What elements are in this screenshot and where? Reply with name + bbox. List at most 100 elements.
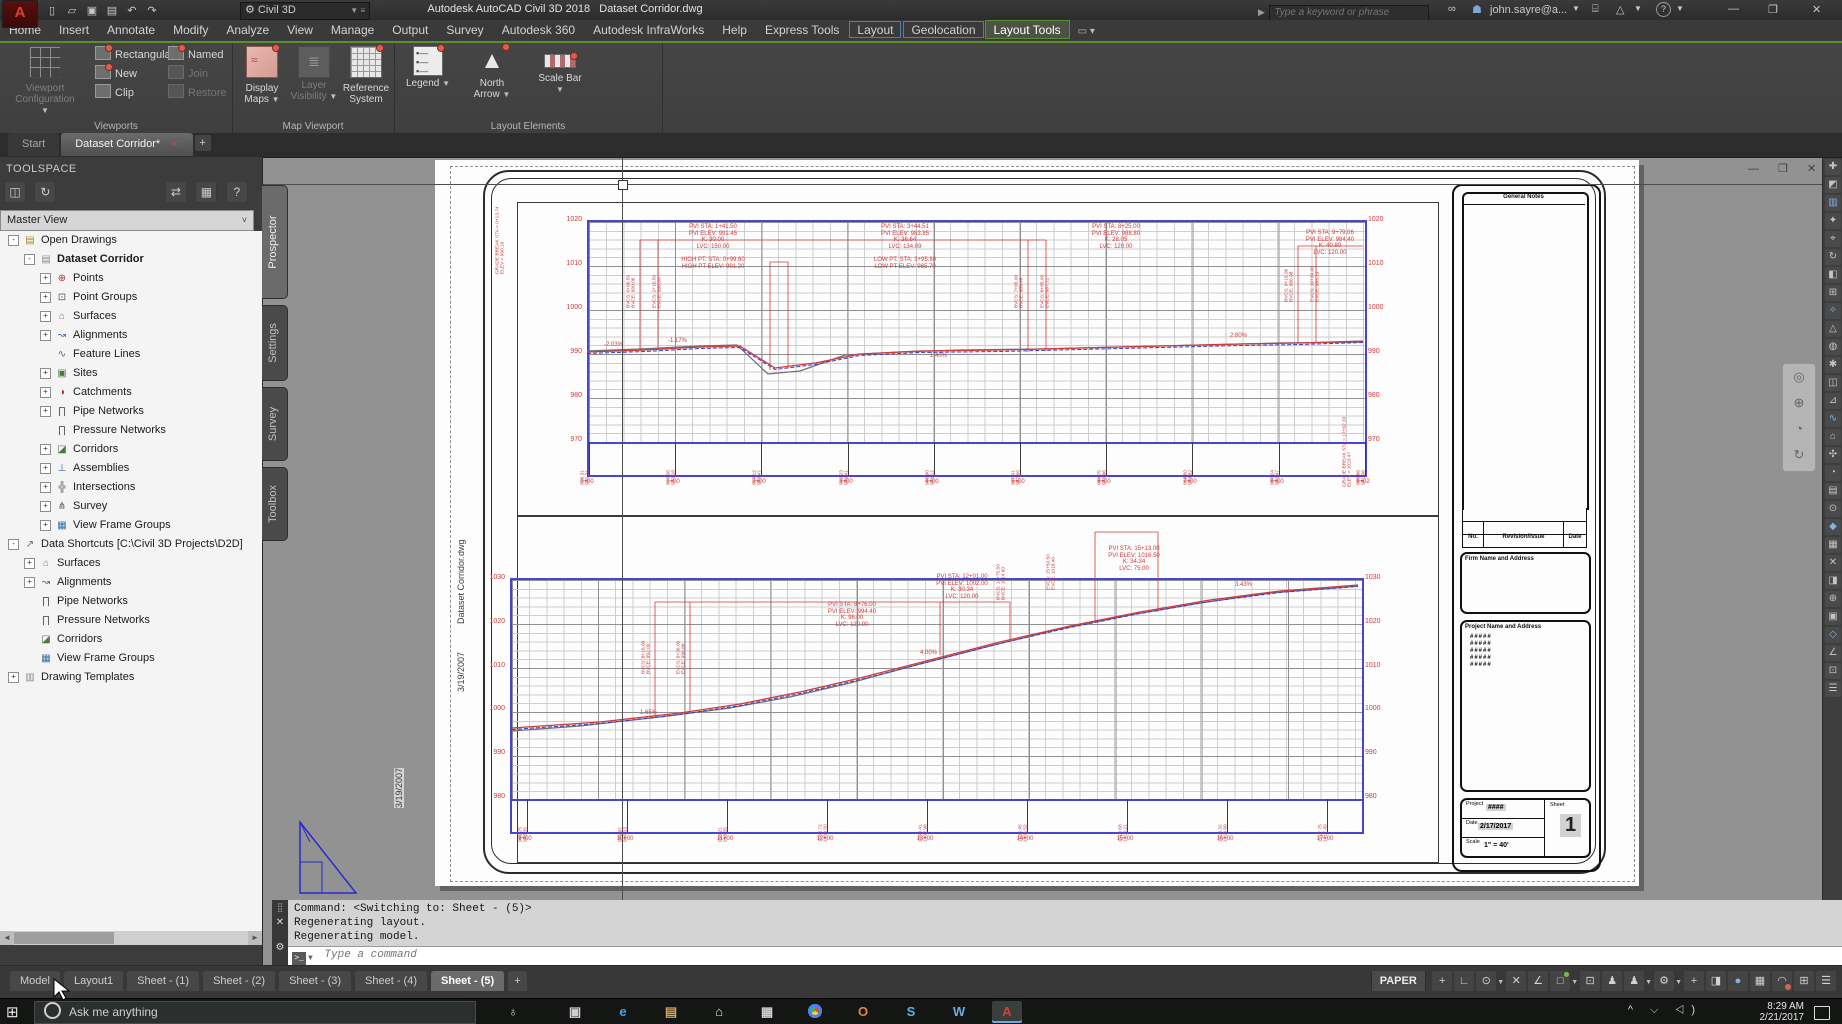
right-toolbar-icon-5[interactable]: ↻ — [1825, 249, 1841, 265]
taskbar-edge-icon[interactable]: e — [608, 1001, 638, 1023]
right-toolbar-icon-22[interactable]: ✕ — [1825, 555, 1841, 571]
tree-item-alignments[interactable]: +↝Alignments — [0, 573, 262, 592]
command-window-grip[interactable]: ⣿ ✕ ⚙ — [272, 900, 288, 965]
right-toolbar-icon-23[interactable]: ◨ — [1825, 573, 1841, 589]
tree-expander-icon[interactable]: - — [8, 235, 19, 246]
tree-expander-icon[interactable]: + — [40, 463, 51, 474]
restore-button-panel[interactable]: Restore — [168, 84, 227, 102]
annotation-visibility-icon[interactable]: ⊡ — [1580, 971, 1600, 991]
customization-icon[interactable]: ☰ — [1816, 971, 1836, 991]
right-toolbar-icon-29[interactable]: ☰ — [1825, 681, 1841, 697]
tree-item-alignments[interactable]: +↝Alignments — [0, 326, 262, 345]
layout-tab-sheet-2-[interactable]: Sheet - (2) — [203, 971, 275, 991]
ribbon-tab-output[interactable]: Output — [383, 20, 437, 39]
toolspace-help-icon[interactable]: ? — [226, 181, 248, 203]
taskbar-explorer-icon[interactable]: ▤ — [656, 1001, 686, 1023]
file-tab-close-icon[interactable]: ✕ — [170, 139, 178, 150]
tree-item-pipe-networks[interactable]: +∏Pipe Networks — [0, 402, 262, 421]
side-tab-prospector[interactable]: Prospector — [262, 185, 288, 299]
annotation-scale-icon[interactable]: ♟ — [1624, 971, 1644, 991]
right-toolbar-icon-2[interactable]: ▥ — [1825, 195, 1841, 211]
tree-item-survey[interactable]: +⋔Survey — [0, 497, 262, 516]
side-tab-settings[interactable]: Settings — [262, 305, 288, 381]
right-toolbar-icon-12[interactable]: ◫ — [1825, 375, 1841, 391]
drawing-canvas[interactable] — [262, 157, 1842, 965]
tree-item-assemblies[interactable]: +⊥Assemblies — [0, 459, 262, 478]
taskbar-search[interactable]: Ask me anything — [34, 1001, 476, 1024]
ribbon-tab-analyze[interactable]: Analyze — [217, 20, 278, 39]
layout-tab-sheet-3-[interactable]: Sheet - (3) — [279, 971, 351, 991]
ribbon-tab-annotate[interactable]: Annotate — [98, 20, 164, 39]
paper-space-toggle[interactable]: PAPER — [1371, 971, 1426, 991]
right-toolbar-icon-3[interactable]: ✦ — [1825, 213, 1841, 229]
search-icon[interactable]: ∞ — [1448, 3, 1456, 15]
minimize-button[interactable]: — — [1728, 3, 1739, 15]
refresh-icon[interactable]: ↻ — [34, 181, 56, 203]
panorama-icon[interactable]: ▦ — [195, 181, 217, 203]
ribbon-tab-survey[interactable]: Survey — [437, 20, 492, 39]
tree-expander-icon[interactable]: + — [40, 330, 51, 341]
toolspace-scrollbar[interactable]: ◄ ► — [0, 931, 262, 945]
tree-item-point-groups[interactable]: +⊡Point Groups — [0, 288, 262, 307]
tree-expander-icon[interactable]: + — [40, 501, 51, 512]
tree-expander-icon[interactable]: - — [24, 254, 35, 265]
toolspace-view-selector[interactable]: Master View˅ — [0, 210, 254, 231]
tree-expander-icon[interactable]: + — [40, 520, 51, 531]
north-arrow-button[interactable]: ▲ North Arrow ▼ — [466, 46, 518, 100]
new-drawing-tab-icon[interactable]: + — [195, 135, 211, 151]
dropdown-icon[interactable]: ▼ — [1571, 979, 1578, 986]
taskbar-store-icon[interactable]: ⌂ — [704, 1001, 734, 1023]
right-toolbar-icon-6[interactable]: ◧ — [1825, 267, 1841, 283]
tree-item-drawing-templates[interactable]: +▥Drawing Templates — [0, 668, 262, 687]
legend-button[interactable]: ▪—▪—▪— Legend ▼ — [402, 46, 454, 89]
right-toolbar-icon-27[interactable]: ∠ — [1825, 645, 1841, 661]
right-toolbar-icon-9[interactable]: △ — [1825, 321, 1841, 337]
side-tab-toolbox[interactable]: Toolbox — [262, 467, 288, 541]
panel-label-map-viewport[interactable]: Map Viewport — [232, 121, 394, 132]
right-toolbar-icon-21[interactable]: ▦ — [1825, 537, 1841, 553]
layout-tab-layout1[interactable]: Layout1 — [64, 971, 123, 991]
right-toolbar-icon-20[interactable]: ◆ — [1825, 519, 1841, 535]
tree-item-sites[interactable]: +▣Sites — [0, 364, 262, 383]
snap-mode-icon[interactable]: + — [1432, 971, 1452, 991]
hardware-acceleration-icon[interactable]: ● — [1728, 971, 1748, 991]
tree-item-open-drawings[interactable]: -▤Open Drawings — [0, 231, 262, 250]
tree-item-dataset-corridor[interactable]: -▤Dataset Corridor — [0, 250, 262, 269]
taskbar-autocad-icon[interactable]: A — [992, 1001, 1022, 1023]
viewport-configuration-button[interactable]: Viewport Configuration ▼ — [10, 46, 80, 116]
right-toolbar-icon-10[interactable]: ◍ — [1825, 339, 1841, 355]
tree-expander-icon[interactable]: - — [8, 539, 19, 550]
tree-expander-icon[interactable]: + — [40, 387, 51, 398]
tree-expander-icon[interactable]: + — [40, 273, 51, 284]
workspace-selector[interactable]: ⚙ Civil 3D ▼ ≡ — [240, 2, 370, 20]
scroll-right-icon[interactable]: ► — [248, 931, 262, 945]
join-button[interactable]: Join — [168, 65, 208, 83]
right-toolbar-icon-14[interactable]: ∿ — [1825, 411, 1841, 427]
right-toolbar-icon-8[interactable]: ✧ — [1825, 303, 1841, 319]
annotation-monitor-icon[interactable]: ◠ — [1772, 971, 1792, 991]
data-shortcuts-toolbar-icon[interactable]: ⇄ — [165, 181, 187, 203]
tree-item-view-frame-groups[interactable]: +▦View Frame Groups — [0, 516, 262, 535]
ribbon-display-toggle-icon[interactable]: ▭ ▾ — [1070, 23, 1103, 40]
isolate-objects-icon[interactable]: ◨ — [1706, 971, 1726, 991]
right-toolbar-icon-1[interactable]: ◩ — [1825, 177, 1841, 193]
tree-item-surfaces[interactable]: +⌂Surfaces — [0, 554, 262, 573]
right-toolbar-icon-18[interactable]: ▤ — [1825, 483, 1841, 499]
dropdown-icon[interactable]: ▼ — [1645, 979, 1652, 986]
ribbon-tab-geolocation[interactable]: Geolocation — [902, 20, 984, 39]
tree-expander-icon[interactable]: + — [40, 368, 51, 379]
right-toolbar-icon-11[interactable]: ✱ — [1825, 357, 1841, 373]
help-icon[interactable]: ? — [1656, 2, 1671, 17]
taskbar-mic-icon[interactable]: ♁ — [498, 1001, 528, 1023]
right-toolbar-icon-13[interactable]: ⊿ — [1825, 393, 1841, 409]
tree-item-intersections[interactable]: +╬Intersections — [0, 478, 262, 497]
panel-label-layout-elements[interactable]: Layout Elements — [394, 121, 662, 132]
tree-expander-icon[interactable]: + — [24, 577, 35, 588]
ribbon-tab-view[interactable]: View — [278, 20, 322, 39]
help-search[interactable]: ▶ — [1258, 2, 1429, 18]
display-maps-button[interactable]: ≈ Display Maps ▼ — [236, 46, 288, 105]
side-tab-survey[interactable]: Survey — [262, 387, 288, 461]
clip-button[interactable]: Clip — [95, 84, 134, 102]
search-input[interactable] — [1269, 5, 1429, 21]
autoscale-icon[interactable]: ♟ — [1602, 971, 1622, 991]
